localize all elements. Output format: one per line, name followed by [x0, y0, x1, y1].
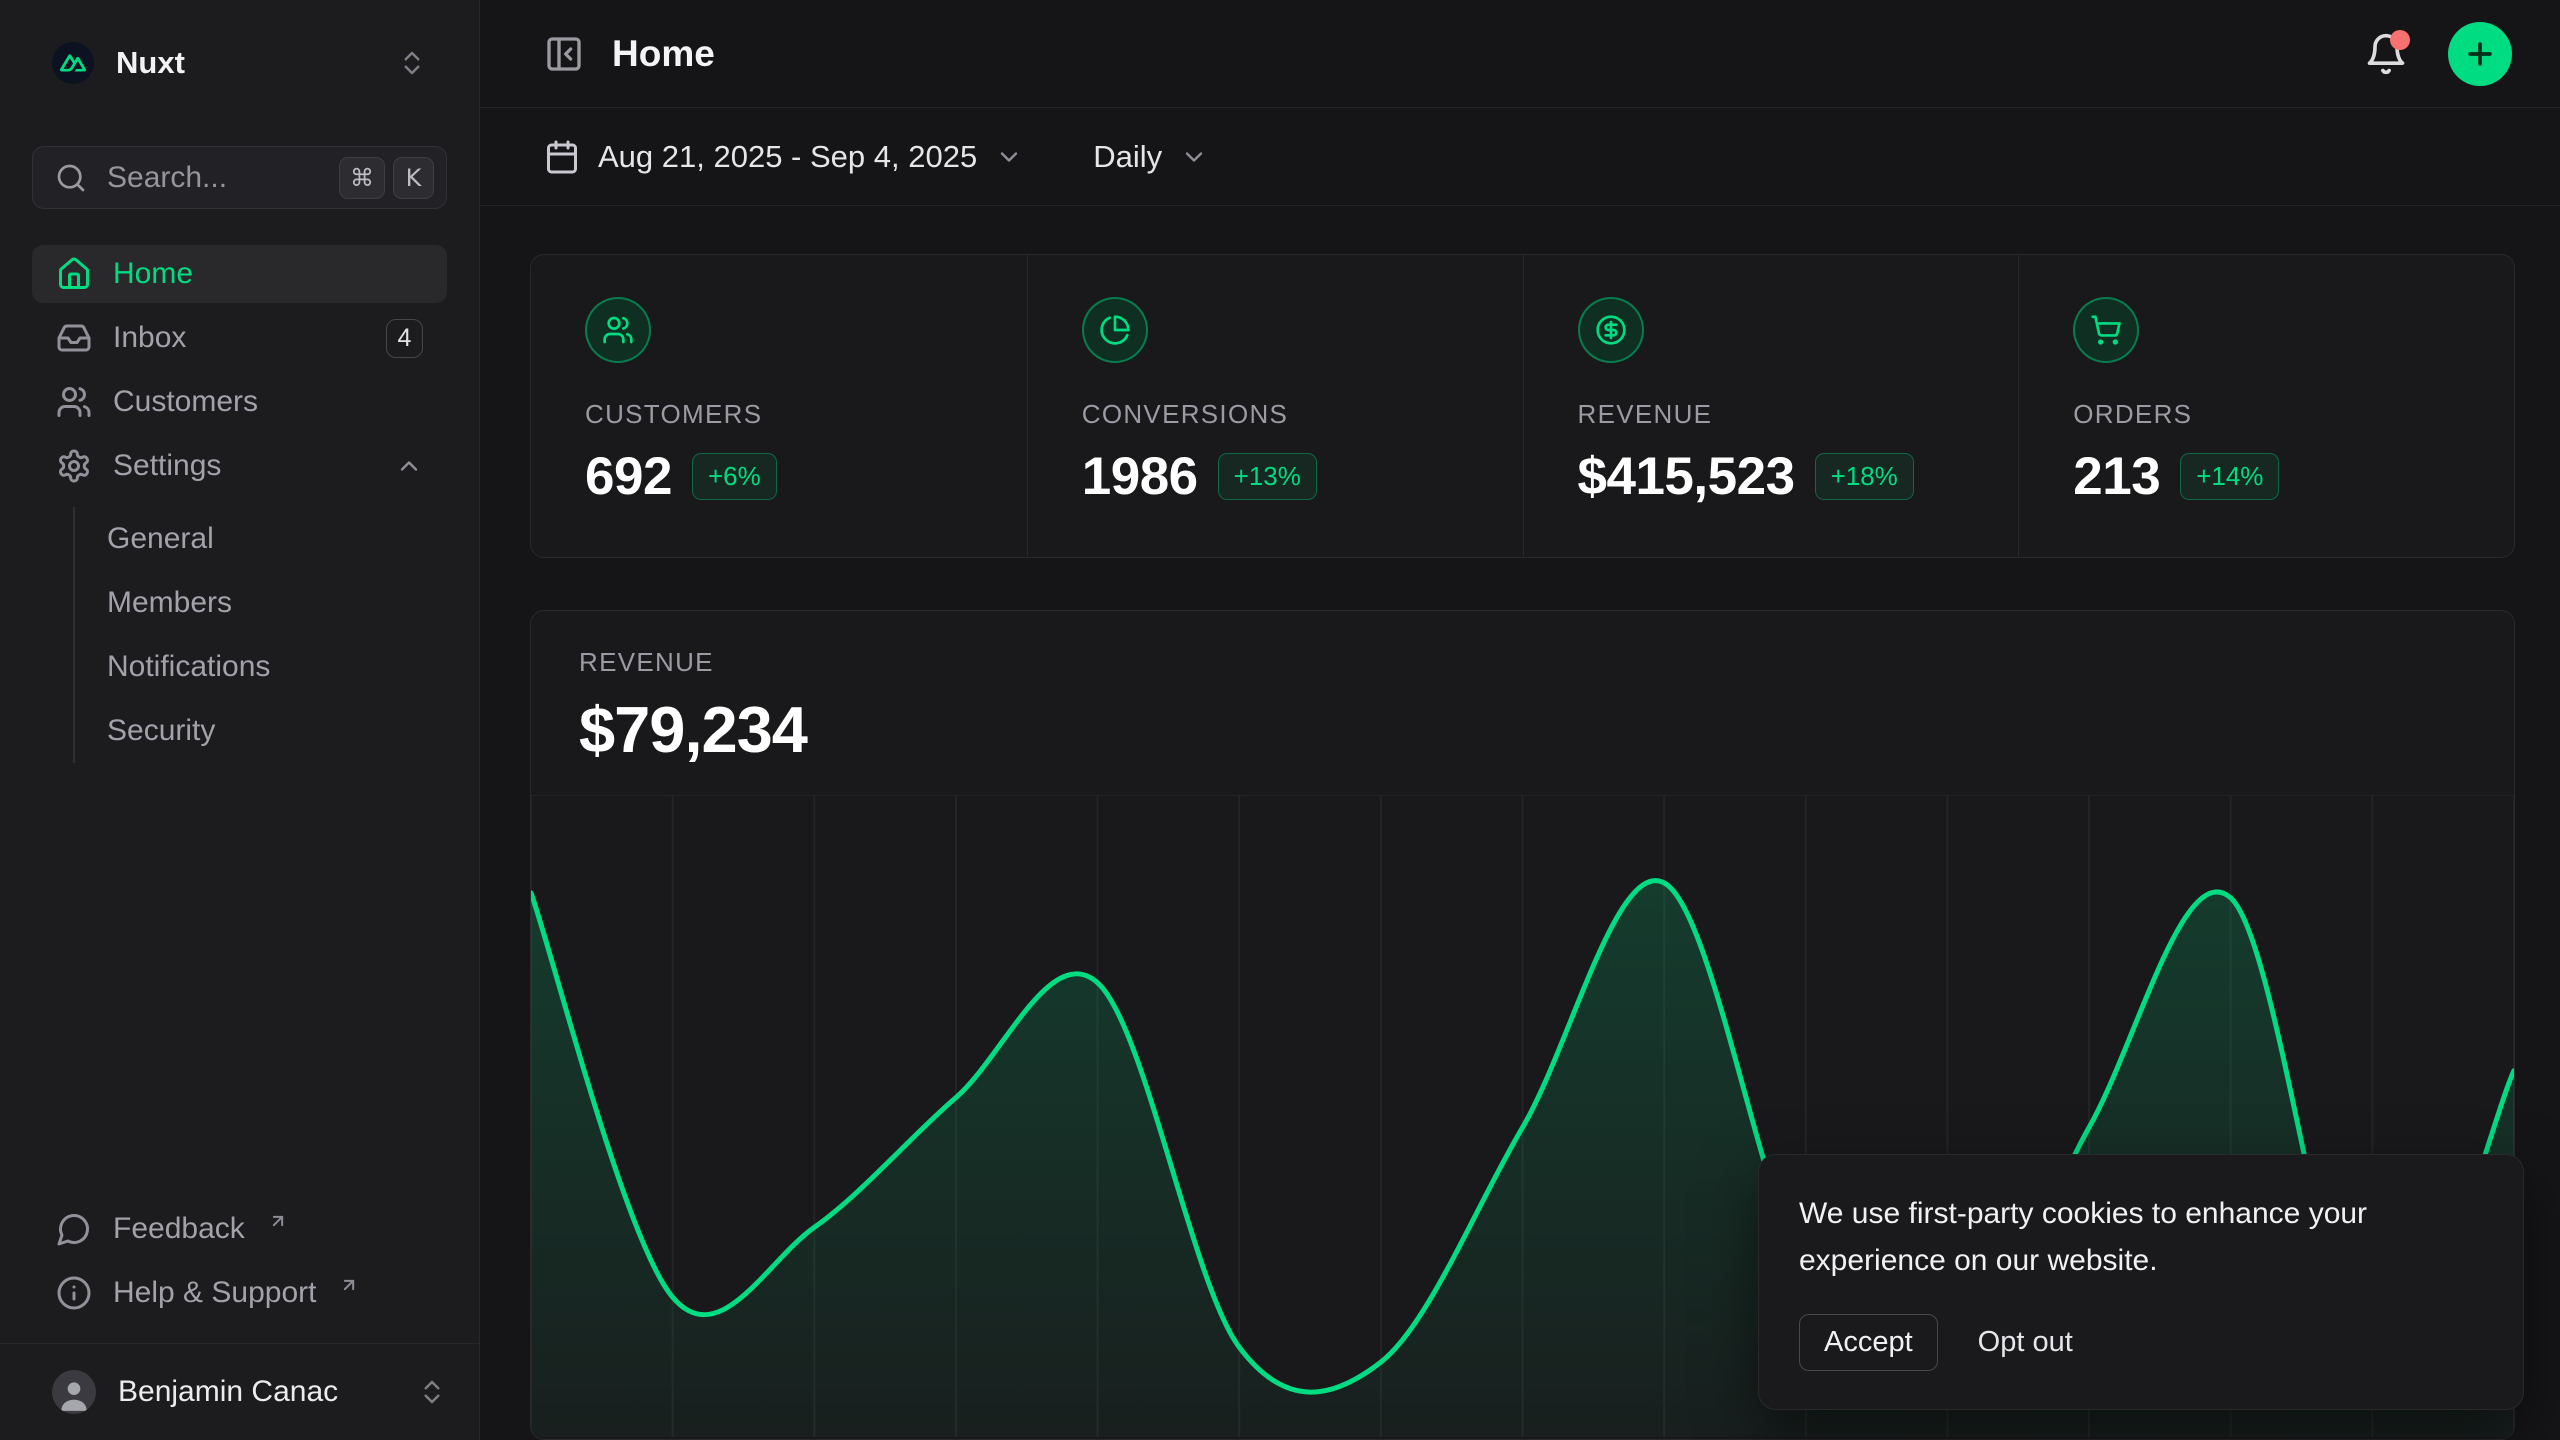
- stat-value: $415,523: [1578, 446, 1795, 507]
- help-support-link[interactable]: Help & Support: [32, 1265, 447, 1321]
- date-range-picker[interactable]: Aug 21, 2025 - Sep 4, 2025: [544, 139, 1023, 175]
- accept-button[interactable]: Accept: [1799, 1314, 1938, 1371]
- sidebar-item-general[interactable]: General: [107, 507, 447, 571]
- kbd-command: ⌘: [339, 157, 385, 199]
- stat-label: REVENUE: [1578, 399, 1965, 430]
- sidebar-nav: Home Inbox 4 Customers Settings: [32, 245, 447, 763]
- home-icon: [56, 256, 92, 292]
- sidebar-item-label: Inbox: [113, 321, 186, 355]
- inbox-unread-badge: 4: [386, 319, 423, 358]
- sidebar-item-notifications[interactable]: Notifications: [107, 635, 447, 699]
- chevrons-up-down-icon: [397, 48, 427, 78]
- dashboard-page: Nuxt Search... ⌘ K Home: [0, 0, 2560, 1440]
- opt-out-button[interactable]: Opt out: [1978, 1326, 2073, 1359]
- sidebar-item-label: Home: [113, 257, 193, 291]
- external-link-icon: [339, 1275, 359, 1295]
- chevron-up-icon: [395, 452, 423, 480]
- search-placeholder: Search...: [107, 161, 227, 195]
- period-value: Daily: [1093, 139, 1162, 175]
- page-title: Home: [612, 33, 715, 75]
- sidebar-footer: Feedback Help & Support: [32, 1201, 447, 1343]
- cart-icon: [2073, 297, 2139, 363]
- stats-card: CUSTOMERS 692 +6% CONVERSIONS 1986 +13%: [530, 254, 2515, 558]
- stat-value: 692: [585, 446, 672, 507]
- page-header: Home: [480, 0, 2560, 108]
- user-menu[interactable]: Benjamin Canac: [0, 1343, 479, 1440]
- revenue-card-header: REVENUE $79,234: [531, 611, 2514, 795]
- sidebar-item-home[interactable]: Home: [32, 245, 447, 303]
- cookie-actions: Accept Opt out: [1799, 1314, 2483, 1371]
- help-support-label: Help & Support: [113, 1276, 316, 1310]
- nuxt-logo-icon: [52, 42, 94, 84]
- stat-revenue[interactable]: REVENUE $415,523 +18%: [1523, 255, 2019, 557]
- users-icon: [56, 384, 92, 420]
- date-range-value: Aug 21, 2025 - Sep 4, 2025: [598, 139, 977, 175]
- sidebar-item-security[interactable]: Security: [107, 699, 447, 763]
- info-icon: [56, 1275, 92, 1311]
- feedback-label: Feedback: [113, 1212, 245, 1246]
- stat-value: 213: [2073, 446, 2160, 507]
- stat-customers[interactable]: CUSTOMERS 692 +6%: [531, 255, 1027, 557]
- filters-toolbar: Aug 21, 2025 - Sep 4, 2025 Daily: [480, 108, 2560, 206]
- sidebar-item-label: Customers: [113, 385, 258, 419]
- chevrons-up-down-icon: [417, 1377, 447, 1407]
- gear-icon: [56, 448, 92, 484]
- sidebar-item-customers[interactable]: Customers: [32, 373, 447, 431]
- search-icon: [55, 162, 87, 194]
- sidebar-item-settings[interactable]: Settings: [32, 437, 447, 495]
- workspace-name: Nuxt: [116, 45, 185, 81]
- user-name: Benjamin Canac: [118, 1375, 338, 1409]
- kbd-k: K: [393, 157, 434, 199]
- chat-bubble-icon: [56, 1211, 92, 1247]
- sidebar-item-label: Settings: [113, 449, 221, 483]
- period-select[interactable]: Daily: [1093, 139, 1208, 175]
- add-button[interactable]: [2448, 22, 2512, 86]
- main-area: Home Aug 21, 2025 - Sep 4, 2025: [480, 0, 2560, 1440]
- external-link-icon: [268, 1211, 288, 1231]
- feedback-link[interactable]: Feedback: [32, 1201, 447, 1257]
- workspace-selector[interactable]: Nuxt: [32, 22, 447, 104]
- pie-chart-icon: [1082, 297, 1148, 363]
- inbox-icon: [56, 320, 92, 356]
- stat-orders[interactable]: ORDERS 213 +14%: [2018, 255, 2514, 557]
- stat-delta-badge: +14%: [2180, 453, 2279, 500]
- stat-label: ORDERS: [2073, 399, 2460, 430]
- avatar: [52, 1370, 96, 1414]
- stat-delta-badge: +13%: [1218, 453, 1317, 500]
- sidebar: Nuxt Search... ⌘ K Home: [0, 0, 480, 1440]
- stat-conversions[interactable]: CONVERSIONS 1986 +13%: [1027, 255, 1523, 557]
- users-icon: [585, 297, 651, 363]
- revenue-value: $79,234: [579, 692, 2466, 767]
- chevron-down-icon: [1180, 143, 1208, 171]
- stat-delta-badge: +18%: [1815, 453, 1914, 500]
- stat-label: CONVERSIONS: [1082, 399, 1469, 430]
- sidebar-item-inbox[interactable]: Inbox 4: [32, 309, 447, 367]
- search-shortcut: ⌘ K: [339, 157, 434, 199]
- calendar-icon: [544, 139, 580, 175]
- stat-delta-badge: +6%: [692, 453, 777, 500]
- cookie-banner: We use first-party cookies to enhance yo…: [1758, 1154, 2524, 1410]
- sidebar-item-members[interactable]: Members: [107, 571, 447, 635]
- stat-value: 1986: [1082, 446, 1198, 507]
- dollar-circle-icon: [1578, 297, 1644, 363]
- panel-left-close-icon[interactable]: [544, 34, 584, 74]
- notifications-button[interactable]: [2364, 32, 2408, 76]
- search-input[interactable]: Search... ⌘ K: [32, 146, 447, 209]
- revenue-label: REVENUE: [579, 647, 2466, 678]
- stat-label: CUSTOMERS: [585, 399, 973, 430]
- cookie-message: We use first-party cookies to enhance yo…: [1799, 1191, 2459, 1284]
- plus-icon: [2463, 37, 2497, 71]
- notification-dot: [2390, 30, 2410, 50]
- settings-subnav: General Members Notifications Security: [73, 507, 447, 763]
- chevron-down-icon: [995, 143, 1023, 171]
- header-actions: [2364, 22, 2512, 86]
